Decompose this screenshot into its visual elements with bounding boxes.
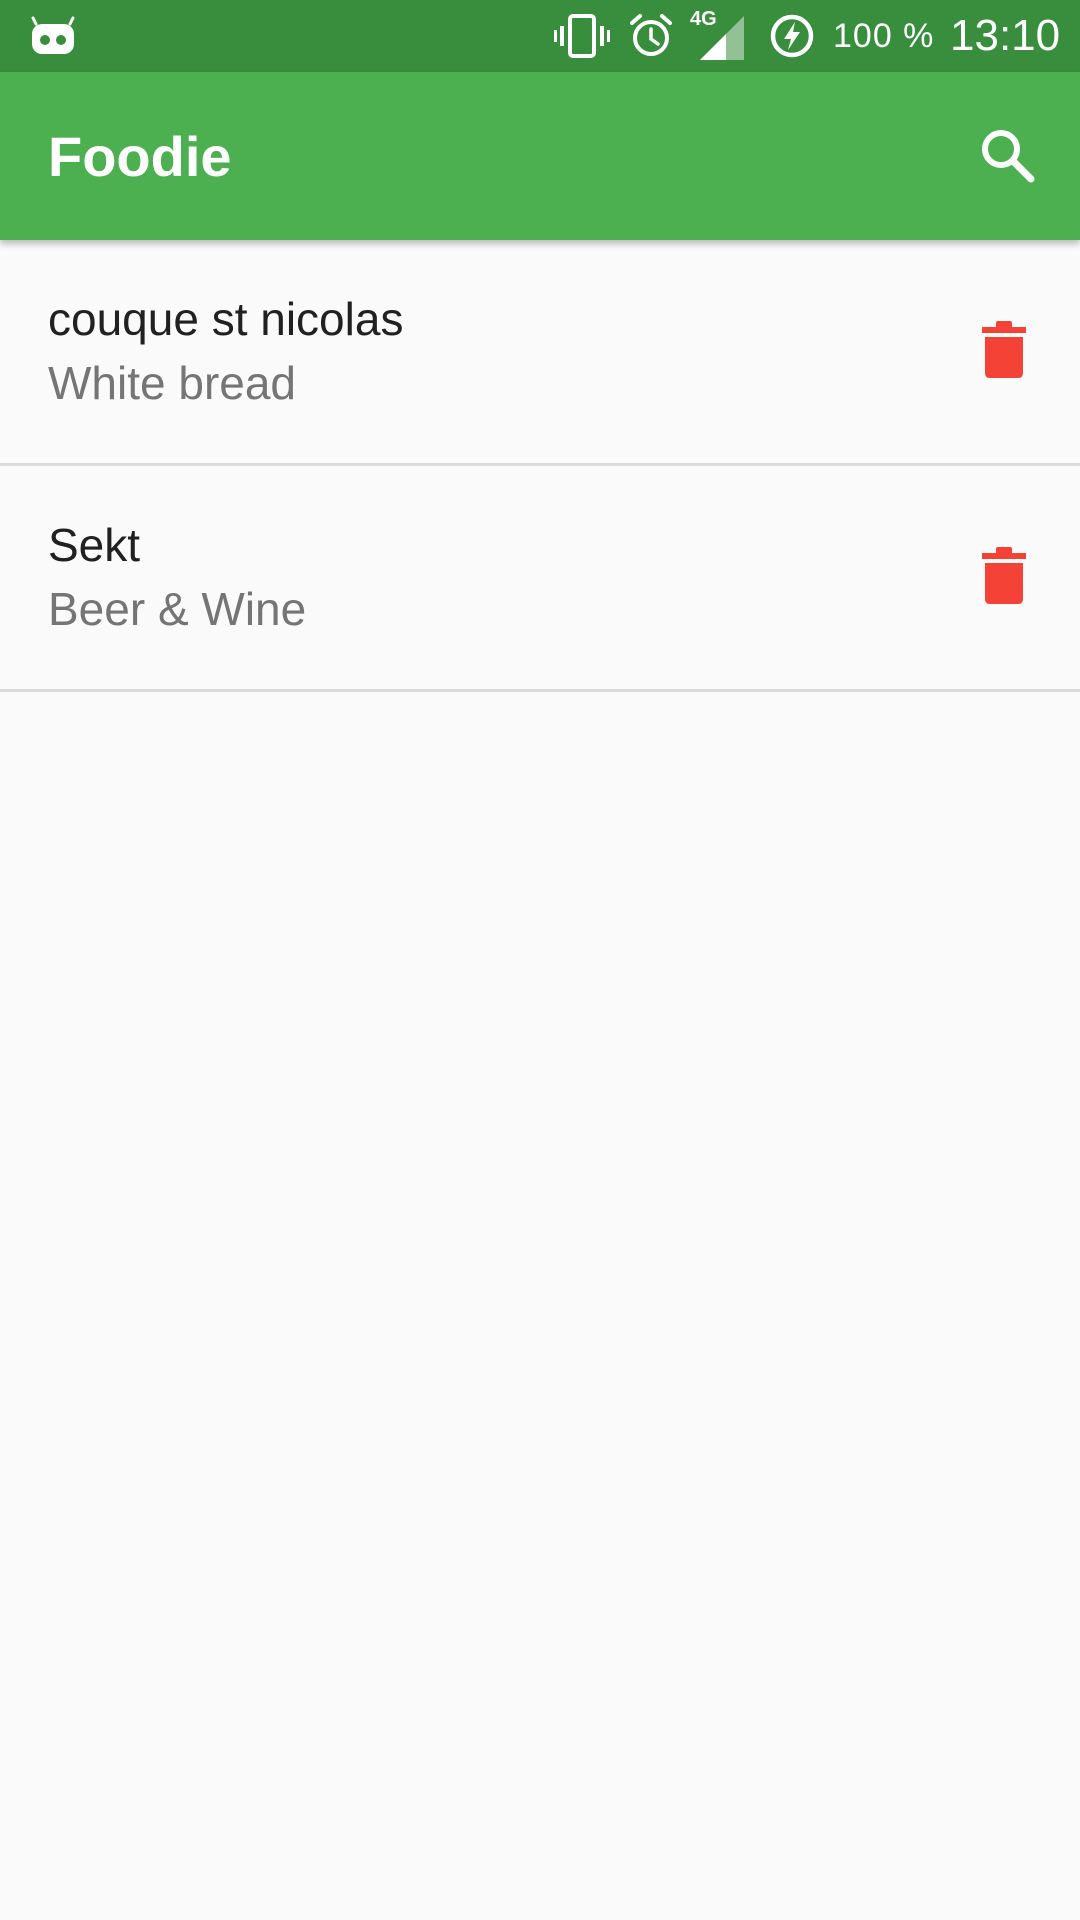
- clock: 13:10: [950, 11, 1061, 60]
- delete-button[interactable]: [964, 531, 1044, 621]
- item-title: Sekt: [48, 519, 141, 571]
- item-category: White bread: [48, 357, 297, 409]
- delete-icon: [982, 547, 1026, 604]
- vibrate-icon: [554, 0, 610, 72]
- battery-percent: 100 %: [833, 16, 935, 55]
- delete-button[interactable]: [964, 305, 1044, 395]
- signal-icon: 4G: [690, 0, 746, 72]
- app-title: Foodie: [48, 124, 232, 188]
- list-item[interactable]: Sekt Beer & Wine: [0, 466, 1080, 692]
- search-button[interactable]: [960, 108, 1056, 204]
- delete-icon: [982, 321, 1026, 378]
- search-icon: [982, 130, 1035, 183]
- food-list: couque st nicolas White bread Sekt Beer …: [0, 240, 1080, 692]
- battery-charging-icon: [768, 0, 816, 72]
- item-category: Beer & Wine: [48, 583, 307, 635]
- list-item[interactable]: couque st nicolas White bread: [0, 240, 1080, 466]
- item-title: couque st nicolas: [48, 293, 404, 345]
- app-bar: Foodie: [0, 72, 1080, 240]
- android-icon: [30, 0, 76, 72]
- status-bar: 4G 100 % 13:10: [0, 0, 1080, 72]
- alarm-icon: [628, 0, 674, 72]
